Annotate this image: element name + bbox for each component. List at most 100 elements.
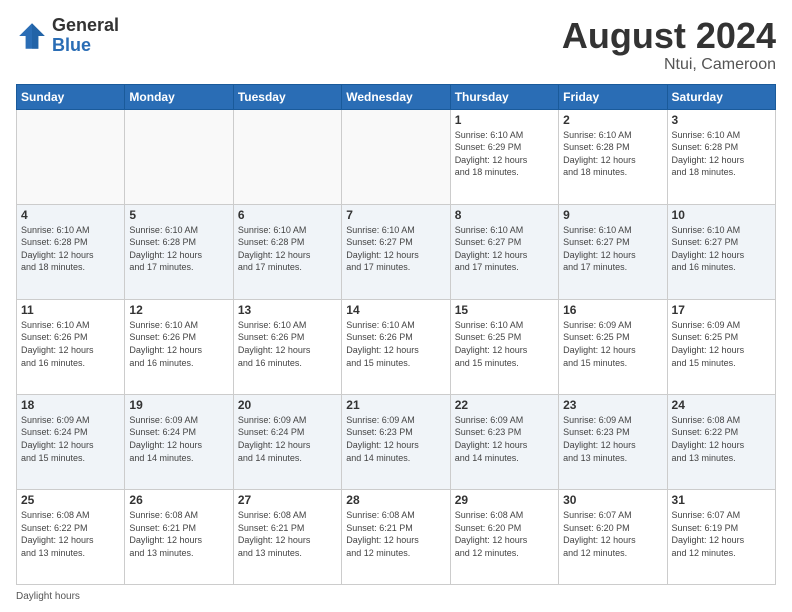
footer-daylight-label: Daylight hours [16,591,80,602]
day-number: 26 [129,493,228,507]
table-row [233,109,341,204]
day-info: Sunrise: 6:07 AM Sunset: 6:20 PM Dayligh… [563,509,662,559]
day-number: 31 [672,493,771,507]
title-location: Ntui, Cameroon [562,56,776,74]
table-row: 19Sunrise: 6:09 AM Sunset: 6:24 PM Dayli… [125,394,233,489]
day-number: 8 [455,208,554,222]
col-friday: Friday [559,84,667,109]
day-number: 6 [238,208,337,222]
day-number: 28 [346,493,445,507]
table-row: 28 Sunrise: 6:08 AM Sunset: 6:21 PM Dayli… [342,489,450,584]
day-info: Sunrise: 6:08 AM Sunset: 6:21 PM Dayligh… [129,509,228,559]
header-row: Sunday Monday Tuesday Wednesday Thursday… [17,84,776,109]
day-info: Sunrise: 6:10 AM Sunset: 6:28 PM Dayligh… [563,129,662,179]
day-info: Sunrise: 6:08 AM Sunset: 6:21 PM Dayligh… [238,509,337,559]
table-row: 3 Sunrise: 6:10 AM Sunset: 6:28 PM Daylig… [667,109,775,204]
table-row: 31 Sunrise: 6:07 AM Sunset: 6:19 PM Dayli… [667,489,775,584]
day-info: Sunrise: 6:10 AM Sunset: 6:27 PM Dayligh… [346,224,445,274]
day-info: Sunrise: 6:09 AM Sunset: 6:25 PM Dayligh… [672,319,771,369]
calendar-week-4: 18 Sunrise: 6:09 AM Sunset: 6:24 PM Dayli… [17,394,776,489]
day-info: Sunrise: 6:09 AM Sunset: 6:24 PM Dayligh… [238,414,337,464]
table-row: 30 Sunrise: 6:07 AM Sunset: 6:20 PM Dayli… [559,489,667,584]
day-info: Sunrise: 6:10 AM Sunset: 6:27 PM Dayligh… [672,224,771,274]
table-row: 20 Sunrise: 6:09 AM Sunset: 6:24 PM Dayli… [233,394,341,489]
calendar-week-3: 11 Sunrise: 6:10 AM Sunset: 6:26 PM Dayli… [17,299,776,394]
day-number: 23 [563,398,662,412]
table-row: 29 Sunrise: 6:08 AM Sunset: 6:20 PM Dayli… [450,489,558,584]
title-month: August 2024 [562,16,776,56]
table-row: 7 Sunrise: 6:10 AM Sunset: 6:27 PM Daylig… [342,204,450,299]
day-number: 14 [346,303,445,317]
day-number: 3 [672,113,771,127]
day-number: 15 [455,303,554,317]
calendar-week-1: 1Sunrise: 6:10 AM Sunset: 6:29 PM Daylig… [17,109,776,204]
col-saturday: Saturday [667,84,775,109]
day-info: Sunrise: 6:10 AM Sunset: 6:26 PM Dayligh… [238,319,337,369]
table-row: 10 Sunrise: 6:10 AM Sunset: 6:27 PM Dayli… [667,204,775,299]
day-info: Sunrise: 6:08 AM Sunset: 6:20 PM Dayligh… [455,509,554,559]
day-number: 11 [21,303,120,317]
footer-note: Daylight hours [16,591,776,602]
table-row [17,109,125,204]
table-row: 4Sunrise: 6:10 AM Sunset: 6:28 PM Daylig… [17,204,125,299]
table-row: 26 Sunrise: 6:08 AM Sunset: 6:21 PM Dayli… [125,489,233,584]
table-row: 14 Sunrise: 6:10 AM Sunset: 6:26 PM Dayli… [342,299,450,394]
day-info: Sunrise: 6:10 AM Sunset: 6:28 PM Dayligh… [129,224,228,274]
table-row: 27Sunrise: 6:08 AM Sunset: 6:21 PM Dayli… [233,489,341,584]
day-number: 7 [346,208,445,222]
day-number: 13 [238,303,337,317]
day-info: Sunrise: 6:09 AM Sunset: 6:24 PM Dayligh… [21,414,120,464]
calendar-week-5: 25 Sunrise: 6:08 AM Sunset: 6:22 PM Dayli… [17,489,776,584]
day-number: 10 [672,208,771,222]
day-info: Sunrise: 6:10 AM Sunset: 6:29 PM Dayligh… [455,129,554,179]
day-info: Sunrise: 6:09 AM Sunset: 6:23 PM Dayligh… [563,414,662,464]
day-info: Sunrise: 6:10 AM Sunset: 6:27 PM Dayligh… [563,224,662,274]
table-row: 11Sunrise: 6:10 AM Sunset: 6:26 PM Dayli… [17,299,125,394]
col-tuesday: Tuesday [233,84,341,109]
table-row: 1Sunrise: 6:10 AM Sunset: 6:29 PM Daylig… [450,109,558,204]
day-info: Sunrise: 6:08 AM Sunset: 6:22 PM Dayligh… [21,509,120,559]
table-row: 21Sunrise: 6:09 AM Sunset: 6:23 PM Dayli… [342,394,450,489]
table-row: 5 Sunrise: 6:10 AM Sunset: 6:28 PM Daylig… [125,204,233,299]
table-row [342,109,450,204]
title-block: August 2024 Ntui, Cameroon [562,16,776,74]
day-info: Sunrise: 6:10 AM Sunset: 6:26 PM Dayligh… [346,319,445,369]
logo-blue-text: Blue [52,36,119,56]
day-info: Sunrise: 6:07 AM Sunset: 6:19 PM Dayligh… [672,509,771,559]
day-number: 4 [21,208,120,222]
day-info: Sunrise: 6:10 AM Sunset: 6:27 PM Dayligh… [455,224,554,274]
table-row: 13 Sunrise: 6:10 AM Sunset: 6:26 PM Dayli… [233,299,341,394]
day-number: 5 [129,208,228,222]
day-number: 2 [563,113,662,127]
table-row: 6Sunrise: 6:10 AM Sunset: 6:28 PM Daylig… [233,204,341,299]
day-number: 12 [129,303,228,317]
day-number: 20 [238,398,337,412]
header: General Blue August 2024 Ntui, Cameroon [16,16,776,74]
day-number: 22 [455,398,554,412]
table-row: 8 Sunrise: 6:10 AM Sunset: 6:27 PM Daylig… [450,204,558,299]
day-number: 30 [563,493,662,507]
logo: General Blue [16,16,119,56]
day-number: 18 [21,398,120,412]
day-number: 9 [563,208,662,222]
table-row: 22Sunrise: 6:09 AM Sunset: 6:23 PM Dayli… [450,394,558,489]
day-info: Sunrise: 6:10 AM Sunset: 6:28 PM Dayligh… [672,129,771,179]
col-sunday: Sunday [17,84,125,109]
table-row [125,109,233,204]
table-row: 24Sunrise: 6:08 AM Sunset: 6:22 PM Dayli… [667,394,775,489]
day-info: Sunrise: 6:08 AM Sunset: 6:21 PM Dayligh… [346,509,445,559]
table-row: 25 Sunrise: 6:08 AM Sunset: 6:22 PM Dayli… [17,489,125,584]
day-info: Sunrise: 6:10 AM Sunset: 6:25 PM Dayligh… [455,319,554,369]
table-row: 17Sunrise: 6:09 AM Sunset: 6:25 PM Dayli… [667,299,775,394]
logo-icon [16,20,48,52]
day-info: Sunrise: 6:08 AM Sunset: 6:22 PM Dayligh… [672,414,771,464]
day-info: Sunrise: 6:09 AM Sunset: 6:24 PM Dayligh… [129,414,228,464]
calendar-week-2: 4 Sunrise: 6:10 AM Sunset: 6:28 PM Daylig… [17,204,776,299]
col-wednesday: Wednesday [342,84,450,109]
day-number: 25 [21,493,120,507]
table-row: 12 Sunrise: 6:10 AM Sunset: 6:26 PM Dayli… [125,299,233,394]
day-info: Sunrise: 6:10 AM Sunset: 6:26 PM Dayligh… [129,319,228,369]
day-info: Sunrise: 6:09 AM Sunset: 6:23 PM Dayligh… [346,414,445,464]
day-info: Sunrise: 6:09 AM Sunset: 6:25 PM Dayligh… [563,319,662,369]
day-number: 29 [455,493,554,507]
